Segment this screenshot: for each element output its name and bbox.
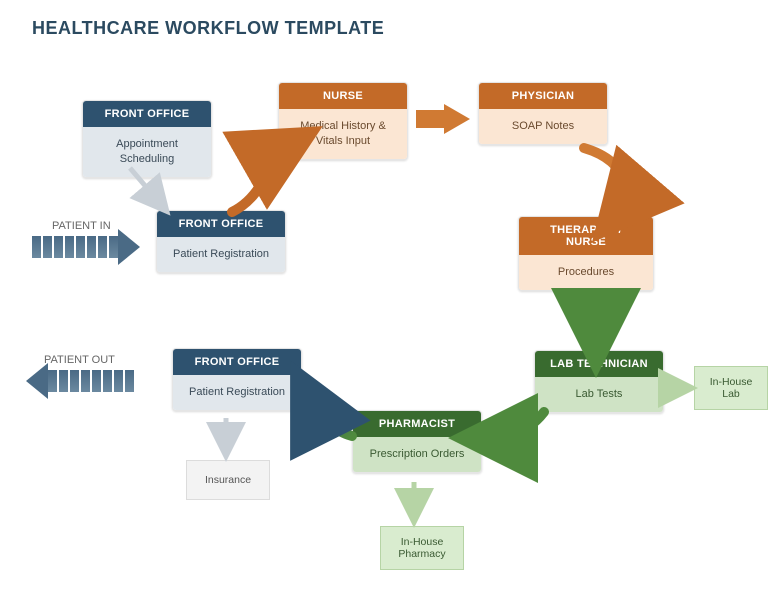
aux-insurance: Insurance — [186, 460, 270, 500]
arrow-nurse-to-physician — [414, 104, 474, 134]
node-front-office-registration-1: FRONT OFFICE Patient Registration — [156, 210, 286, 273]
patient-out-arrow — [48, 370, 136, 392]
arrow-therapist-to-lab — [576, 284, 616, 350]
node-header: THERAPIST / NURSE — [519, 217, 653, 255]
patient-in-label: PATIENT IN — [52, 220, 111, 233]
aux-in-house-lab: In-House Lab — [694, 366, 768, 410]
node-body: Prescription Orders — [353, 437, 481, 472]
patient-in-arrow — [32, 236, 120, 258]
node-pharmacist: PHARMACIST Prescription Orders — [352, 410, 482, 473]
node-body: SOAP Notes — [479, 109, 607, 144]
node-body: Lab Tests — [535, 377, 663, 412]
aux-in-house-pharmacy: In-House Pharmacy — [380, 526, 464, 570]
node-header: FRONT OFFICE — [173, 349, 301, 375]
arrow-reg-to-nurse — [226, 140, 306, 218]
patient-out-label: PATIENT OUT — [44, 354, 115, 367]
node-lab-technician: LAB TECHNICIAN Lab Tests — [534, 350, 664, 413]
arrow-physician-to-therapist — [574, 146, 654, 222]
arrow-pharm-to-inhouse — [404, 480, 424, 526]
arrow-appt-to-reg — [120, 166, 180, 216]
node-header: PHYSICIAN — [479, 83, 607, 109]
node-body: Patient Registration — [157, 237, 285, 272]
node-header: PHARMACIST — [353, 411, 481, 437]
arrow-lab-to-inhouse — [662, 378, 696, 398]
page-title: HEALTHCARE WORKFLOW TEMPLATE — [32, 18, 384, 39]
arrow-pharm-to-frontoffice — [298, 388, 358, 444]
diagram-canvas: HEALTHCARE WORKFLOW TEMPLATE PATIENT IN … — [0, 0, 775, 610]
node-header: FRONT OFFICE — [83, 101, 211, 127]
node-physician: PHYSICIAN SOAP Notes — [478, 82, 608, 145]
node-front-office-registration-2: FRONT OFFICE Patient Registration — [172, 348, 302, 411]
node-header: NURSE — [279, 83, 407, 109]
node-therapist-nurse: THERAPIST / NURSE Procedures — [518, 216, 654, 291]
arrow-frontoffice-to-insurance — [216, 416, 236, 460]
node-body: Patient Registration — [173, 375, 301, 410]
arrow-lab-to-pharmacist — [480, 410, 550, 450]
node-header: LAB TECHNICIAN — [535, 351, 663, 377]
